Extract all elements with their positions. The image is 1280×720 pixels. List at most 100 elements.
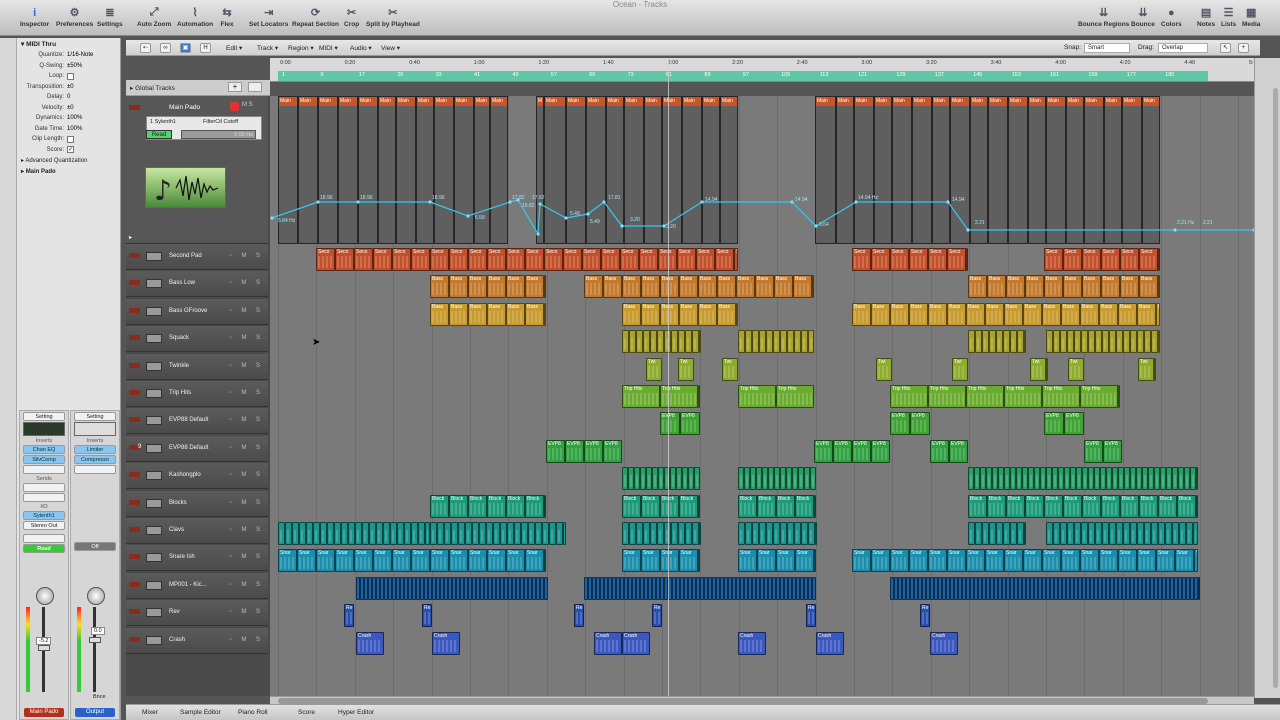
track-region[interactable]: Bass xyxy=(1118,302,1137,326)
track-region[interactable] xyxy=(1053,522,1060,545)
track-region[interactable] xyxy=(650,330,657,354)
inspector-param-row[interactable]: Transposition: ±0 xyxy=(17,82,120,93)
automation-node[interactable] xyxy=(536,232,540,236)
automation-node[interactable] xyxy=(602,200,606,204)
track-region[interactable]: Seco xyxy=(487,248,506,271)
track-region[interactable]: Bass xyxy=(928,302,947,326)
menu-region[interactable]: Region ▾ xyxy=(288,44,314,52)
track-region[interactable] xyxy=(622,522,629,545)
track-region[interactable]: EVP8 xyxy=(680,412,700,436)
track-region[interactable] xyxy=(306,522,313,545)
track-region[interactable] xyxy=(369,522,376,545)
track-region[interactable]: Bass xyxy=(430,302,449,326)
track-region[interactable] xyxy=(808,522,815,545)
record-enable-icon[interactable] xyxy=(129,581,140,587)
track-region[interactable] xyxy=(528,522,535,545)
track-region[interactable]: Block xyxy=(449,494,468,518)
track-region[interactable]: Re xyxy=(574,604,584,628)
track-region[interactable] xyxy=(773,330,780,354)
inspector-param-value[interactable]: 100% xyxy=(67,126,82,132)
track-region[interactable]: Bass xyxy=(525,275,544,299)
track-region[interactable]: Block xyxy=(1158,494,1177,518)
track-region[interactable] xyxy=(752,522,759,545)
track-region[interactable] xyxy=(1024,330,1026,354)
track-region[interactable]: Snar xyxy=(392,549,411,573)
track-region[interactable]: EVP8 xyxy=(930,439,949,463)
track-region[interactable]: Block xyxy=(622,494,641,518)
track-region[interactable]: Trip Hits xyxy=(1118,385,1120,408)
track-region[interactable] xyxy=(1109,522,1116,545)
track-region[interactable] xyxy=(514,522,521,545)
track-region[interactable] xyxy=(1116,330,1123,354)
track-region[interactable] xyxy=(810,467,816,491)
track-region[interactable] xyxy=(1003,330,1010,354)
track-region[interactable] xyxy=(801,330,808,354)
track-region[interactable]: Block xyxy=(1006,494,1025,518)
track-region[interactable] xyxy=(1158,330,1160,354)
track-region[interactable] xyxy=(411,522,418,545)
track-region[interactable] xyxy=(376,522,383,545)
track-region[interactable]: EVP8 xyxy=(546,439,565,463)
track-region[interactable] xyxy=(437,522,444,545)
track-region[interactable] xyxy=(472,522,479,545)
track-region[interactable]: Bass xyxy=(679,275,698,299)
track-region[interactable]: Bass xyxy=(544,275,546,299)
track-region[interactable]: Bass xyxy=(622,302,641,326)
track-region[interactable]: Seco xyxy=(852,248,871,271)
track-region[interactable]: Trip Hits xyxy=(622,385,660,408)
track-region[interactable]: Trip Hits xyxy=(1080,385,1118,408)
inspector-param-row[interactable]: Delay: 0 xyxy=(17,92,120,103)
track-region[interactable]: Snar xyxy=(487,549,506,573)
track-region[interactable]: Trip Hits xyxy=(1042,385,1080,408)
track-region[interactable] xyxy=(1024,522,1026,545)
track-region[interactable] xyxy=(738,522,745,545)
track-region[interactable]: Bass xyxy=(468,302,487,326)
track-region[interactable]: Twi xyxy=(1068,357,1084,381)
track-header[interactable]: Twinkle ▫ M S xyxy=(126,353,268,380)
repeat-section-button[interactable]: ⟳ Repeat Section xyxy=(292,6,339,28)
timeline-ruler[interactable]: 0:00 0:20 0:40 1:00 1:20 1:40 2:00 2:20 2:40 3:00… xyxy=(270,58,1260,82)
track-region[interactable]: Bass xyxy=(1063,275,1082,299)
strip1-group-slot[interactable] xyxy=(23,534,65,543)
track-region[interactable]: Snar xyxy=(966,549,985,573)
inspector-param-value[interactable]: ±50% xyxy=(67,63,82,69)
track-region[interactable] xyxy=(694,467,700,491)
track-region[interactable] xyxy=(766,522,773,545)
inspector-param-value[interactable]: 0 xyxy=(67,94,70,100)
track-header[interactable]: Bass GFroove ▫ M S xyxy=(126,298,268,325)
track-region[interactable]: Seco xyxy=(449,248,468,271)
track-region[interactable] xyxy=(678,522,685,545)
inspector-param-value[interactable]: 100% xyxy=(67,115,82,121)
track-region[interactable]: Seco xyxy=(430,248,449,271)
automation-curve[interactable] xyxy=(270,96,1254,244)
snap-dropdown[interactable]: Smart xyxy=(1084,43,1130,53)
track-region[interactable]: Bass xyxy=(1080,302,1099,326)
track-region[interactable]: Bass xyxy=(985,302,1004,326)
track-region[interactable]: Seco xyxy=(582,248,601,271)
track-region[interactable]: Snar xyxy=(449,549,468,573)
track-region[interactable] xyxy=(982,330,989,354)
track-region[interactable] xyxy=(542,522,549,545)
track-region[interactable] xyxy=(773,522,780,545)
track-region[interactable] xyxy=(355,522,362,545)
track-header[interactable]: Clavs ▫ M S xyxy=(126,518,268,544)
track-region[interactable]: Bass xyxy=(793,275,812,299)
track-region[interactable]: Bass xyxy=(603,275,622,299)
track-region[interactable]: Bass xyxy=(774,275,793,299)
track-region[interactable]: Seco xyxy=(468,248,487,271)
tab-score[interactable]: Score xyxy=(298,709,315,716)
menu-edit[interactable]: Edit ▾ xyxy=(226,44,242,52)
track-region[interactable]: Trip Hits xyxy=(738,385,776,408)
track-mute-solo-buttons[interactable]: ▫ M S xyxy=(230,500,264,506)
track-region[interactable] xyxy=(1123,330,1130,354)
automation-node[interactable] xyxy=(586,212,590,216)
track-region[interactable]: EVP8 xyxy=(871,439,890,463)
track-region[interactable]: Bass xyxy=(871,302,890,326)
strip1-read-button[interactable]: Read xyxy=(23,544,65,553)
track-region[interactable]: Bass xyxy=(698,302,717,326)
track-header[interactable]: Rev ▫ M S xyxy=(126,600,268,627)
track-mute-solo-buttons[interactable]: ▫ M S xyxy=(230,363,264,369)
track-region[interactable]: Bass xyxy=(660,302,679,326)
track-region[interactable]: Seco xyxy=(392,248,411,271)
track-region[interactable] xyxy=(685,522,692,545)
